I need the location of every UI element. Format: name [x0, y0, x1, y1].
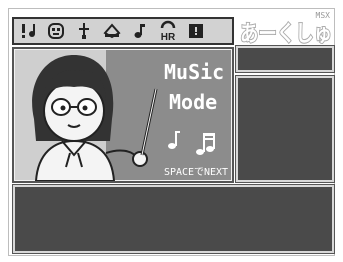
book-icon[interactable] [98, 19, 126, 43]
mode-title-line2: Mode [169, 90, 217, 114]
app-logo: MSX あーくしゅ [238, 10, 334, 48]
face-icon[interactable] [42, 19, 70, 43]
character-illustration: MuSic Mode SPACEでNEXT [14, 49, 232, 181]
music-note-icon[interactable] [126, 19, 154, 43]
message-window[interactable] [13, 185, 334, 253]
status-panel-top [236, 46, 334, 72]
toolbar: HR [12, 17, 234, 45]
sword-icon[interactable] [70, 19, 98, 43]
info-icon[interactable] [182, 19, 210, 43]
logo-badge: MSX [316, 11, 331, 20]
music-mode-scene: MuSic Mode SPACEでNEXT [12, 47, 234, 183]
hr-icon[interactable]: HR [154, 19, 182, 43]
space-next-hint: SPACEでNEXT [164, 167, 228, 178]
status-panel-main [236, 76, 334, 182]
mode-title-line1: MuSic [164, 60, 224, 84]
logo-text: あーくしゅ [240, 22, 332, 44]
exclamation-note-icon[interactable] [14, 19, 42, 43]
svg-text:HR: HR [161, 32, 176, 42]
